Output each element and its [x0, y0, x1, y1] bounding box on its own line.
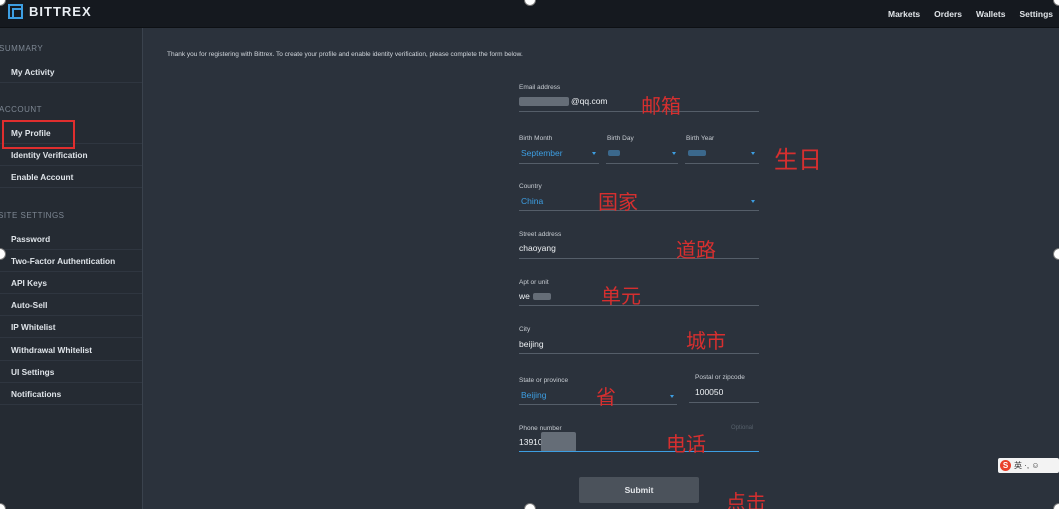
sidebar-item-notifications[interactable]: Notifications — [0, 383, 142, 405]
nav-orders[interactable]: Orders — [934, 9, 962, 19]
phone-input[interactable]: 13910 — [519, 437, 543, 447]
highlight-box-my-profile — [2, 120, 75, 149]
apt-redacted — [533, 293, 551, 300]
nav-settings[interactable]: Settings — [1019, 9, 1053, 19]
sidebar-item-auto-sell[interactable]: Auto-Sell — [0, 294, 142, 316]
birth-day-caret-icon — [672, 152, 676, 155]
country-caret-icon — [751, 200, 755, 203]
section-account: ACCOUNT — [0, 105, 43, 114]
annotation-click: 点击 — [726, 490, 766, 509]
postal-underline — [689, 402, 759, 403]
sidebar-item-api-keys[interactable]: API Keys — [0, 272, 142, 294]
email-label: Email address — [519, 84, 561, 91]
brand-name: BITTREX — [29, 4, 92, 19]
phone-label: Phone number — [519, 425, 562, 432]
submit-button[interactable]: Submit — [579, 477, 699, 503]
sogou-logo-icon: S — [1000, 460, 1011, 471]
sidebar-item-password[interactable]: Password — [0, 228, 142, 250]
state-select[interactable]: Beijing — [521, 390, 547, 400]
sidebar-item-enable-account[interactable]: Enable Account — [0, 166, 142, 188]
sidebar-item-ip-whitelist[interactable]: IP Whitelist — [0, 316, 142, 338]
birth-month-underline — [519, 163, 599, 164]
resize-handle-right[interactable] — [1053, 248, 1059, 260]
apt-label: Apt or unit — [519, 279, 549, 286]
birth-month-select[interactable]: September — [521, 148, 563, 158]
state-label: State or province — [519, 377, 569, 384]
annotation-phone: 电话 — [666, 432, 706, 456]
birth-day-underline — [606, 163, 678, 164]
annotation-unit: 单元 — [601, 284, 641, 308]
postal-label: Postal or zipcode — [695, 374, 745, 381]
city-input[interactable]: beijing — [519, 339, 544, 349]
birth-month-label: Birth Month — [519, 135, 553, 142]
birth-month-caret-icon — [592, 152, 596, 155]
street-input[interactable]: chaoyang — [519, 243, 556, 253]
postal-input[interactable]: 100050 — [695, 387, 723, 397]
apt-input[interactable]: we — [519, 291, 530, 301]
email-underline — [519, 111, 759, 112]
birth-year-caret-icon — [751, 152, 755, 155]
country-select[interactable]: China — [521, 196, 543, 206]
resize-handle-bottom-right[interactable] — [1053, 503, 1059, 509]
registration-notice: Thank you for registering with Bittrex. … — [167, 51, 523, 58]
section-summary: SUMMARY — [0, 44, 44, 53]
annotation-city: 城市 — [686, 329, 726, 353]
birth-year-underline — [685, 163, 759, 164]
phone-redacted — [541, 432, 576, 452]
nav-markets[interactable]: Markets — [888, 9, 920, 19]
ime-toolbar[interactable]: S 英 ·, ☺ — [998, 458, 1059, 473]
email-redacted — [519, 97, 569, 106]
state-caret-icon — [670, 395, 674, 398]
email-input[interactable]: @qq.com — [571, 96, 608, 106]
top-nav: Markets Orders Wallets Settings — [888, 0, 1053, 28]
ime-status: 英 ·, ☺ — [1014, 461, 1040, 470]
sidebar-item-my-activity[interactable]: My Activity — [0, 61, 142, 83]
birth-year-select[interactable] — [688, 150, 706, 156]
annotation-province: 省 — [596, 385, 616, 409]
phone-underline — [519, 451, 759, 452]
annotation-birthday: 生日 — [774, 146, 822, 174]
street-label: Street address — [519, 231, 562, 238]
phone-optional-hint: Optional — [731, 425, 754, 431]
sidebar: SUMMARY My Activity ACCOUNT My Profile I… — [0, 28, 143, 509]
country-underline — [519, 210, 759, 211]
section-site-settings: SITE SETTINGS — [0, 211, 65, 220]
bittrex-logo-icon — [8, 4, 23, 19]
annotation-email: 邮箱 — [641, 94, 681, 118]
annotation-country: 国家 — [598, 190, 638, 214]
annotation-street: 道路 — [676, 238, 716, 262]
country-label: Country — [519, 183, 542, 190]
sidebar-item-two-factor[interactable]: Two-Factor Authentication — [0, 250, 142, 272]
sidebar-item-withdrawal-whitelist[interactable]: Withdrawal Whitelist — [0, 339, 142, 361]
resize-handle-bottom[interactable] — [524, 503, 536, 509]
nav-wallets[interactable]: Wallets — [976, 9, 1005, 19]
brand[interactable]: BITTREX — [8, 4, 92, 19]
birth-day-select[interactable] — [608, 150, 620, 156]
birth-day-label: Birth Day — [607, 135, 634, 142]
sidebar-item-ui-settings[interactable]: UI Settings — [0, 361, 142, 383]
birth-year-label: Birth Year — [686, 135, 715, 142]
city-label: City — [519, 326, 531, 333]
street-underline — [519, 258, 759, 259]
